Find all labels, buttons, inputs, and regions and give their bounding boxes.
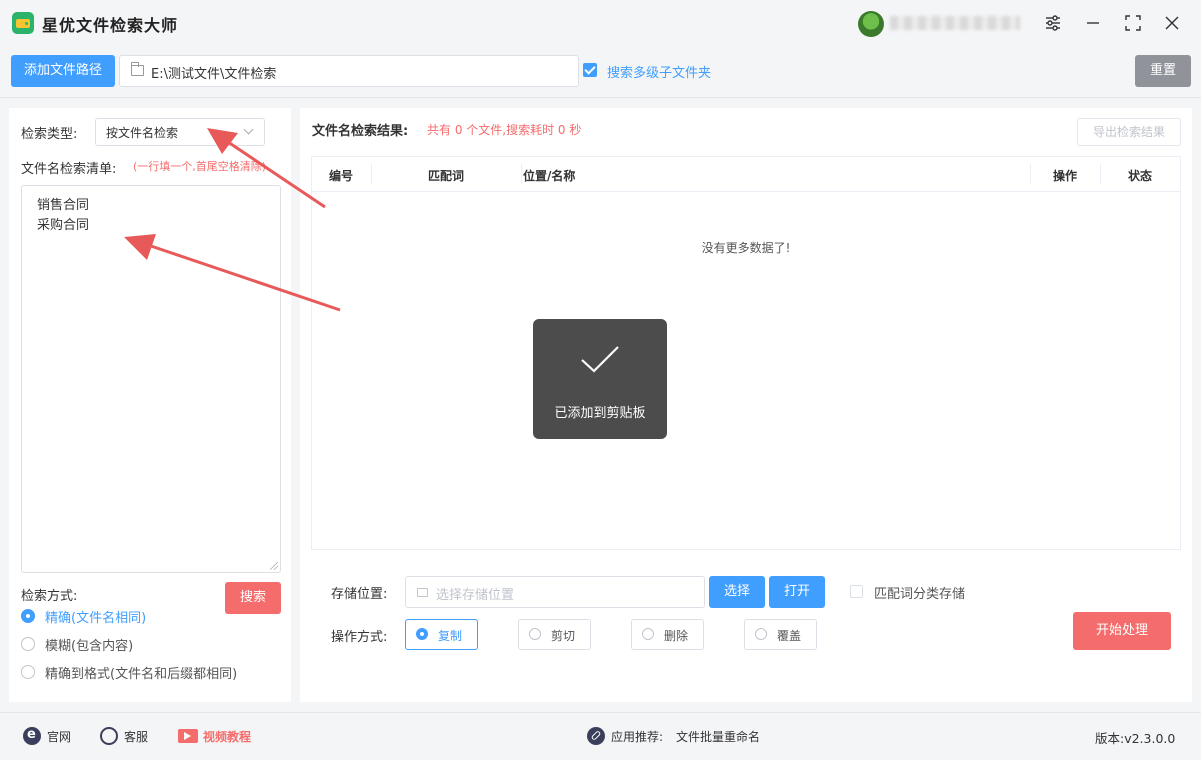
recommend-app-link[interactable]: 文件批量重命名	[676, 728, 760, 745]
column-header-action: 操作	[1053, 169, 1078, 183]
toast-text: 已添加到剪贴板	[554, 406, 646, 421]
classify-storage-checkbox[interactable]	[850, 585, 863, 598]
link-icon	[587, 727, 605, 745]
operation-copy-option[interactable]: 复制	[405, 619, 478, 650]
support-link[interactable]: 客服	[124, 728, 148, 745]
column-header-match: 匹配词	[428, 169, 465, 183]
version-text: 版本:v2.3.0.0	[1095, 731, 1176, 746]
operation-delete-radio[interactable]	[642, 628, 654, 640]
title-bar: 星优文件检索大师	[0, 0, 1201, 46]
maximize-icon[interactable]	[1120, 10, 1146, 36]
choose-storage-button[interactable]: 选择	[709, 576, 765, 608]
resize-handle[interactable]	[270, 562, 278, 570]
include-subfolders-checkbox[interactable]	[583, 63, 597, 77]
sliders-icon[interactable]	[1040, 10, 1066, 36]
website-link[interactable]: 官网	[47, 728, 71, 745]
website-icon[interactable]: e	[23, 727, 41, 745]
app-logo-icon	[12, 12, 34, 34]
search-button[interactable]: 搜索	[225, 582, 281, 614]
mode-fuzzy-radio[interactable]	[21, 637, 35, 651]
column-header-index: 编号	[329, 169, 354, 183]
storage-location-input[interactable]: 选择存储位置	[405, 576, 705, 608]
operation-overwrite-radio[interactable]	[755, 628, 767, 640]
results-panel: 文件名检索结果: 共有 0 个文件,搜索耗时 0 秒 导出检索结果 编号 匹配词…	[300, 108, 1192, 702]
path-input[interactable]: E:\测试文件\文件检索	[119, 55, 579, 87]
support-icon[interactable]	[100, 727, 118, 745]
minimize-icon[interactable]	[1080, 10, 1106, 36]
left-panel: 检索类型: 按文件名检索 文件名检索清单: (一行填一个,首尾空格清除) 销售合…	[9, 108, 291, 702]
video-tutorial-link[interactable]: 视频教程	[203, 728, 251, 745]
list-hint: (一行填一个,首尾空格清除)	[133, 160, 267, 173]
list-label: 文件名检索清单:	[21, 162, 117, 177]
mode-fuzzy-label[interactable]: 模糊(包含内容)	[45, 635, 133, 654]
table-header: 编号 匹配词 位置/名称 操作 状态	[312, 157, 1180, 192]
user-avatar[interactable]	[858, 11, 884, 37]
clipboard-toast: 已添加到剪贴板	[533, 319, 667, 439]
start-processing-button[interactable]: 开始处理	[1073, 612, 1171, 650]
mode-exact-radio[interactable]	[21, 609, 35, 623]
add-path-button[interactable]: 添加文件路径	[11, 55, 115, 87]
filename-list-textarea[interactable]: 销售合同 采购合同	[21, 185, 281, 573]
folder-icon	[131, 62, 144, 76]
results-table: 编号 匹配词 位置/名称 操作 状态 没有更多数据了!	[311, 156, 1181, 550]
column-header-location: 位置/名称	[523, 169, 576, 183]
results-summary: 共有 0 个文件,搜索耗时 0 秒	[427, 123, 582, 137]
operation-copy-label: 复制	[438, 629, 463, 643]
operation-label: 操作方式:	[331, 630, 388, 645]
folder-icon	[417, 588, 428, 597]
video-icon[interactable]	[178, 729, 198, 743]
operation-delete-label: 删除	[664, 629, 689, 643]
operation-copy-radio[interactable]	[416, 628, 428, 640]
chevron-down-icon	[243, 124, 254, 135]
operation-cut-option[interactable]: 剪切	[518, 619, 591, 650]
user-name-blurred	[890, 16, 1020, 30]
list-line: 销售合同	[37, 198, 90, 213]
check-icon	[581, 346, 619, 373]
operation-cut-label: 剪切	[551, 629, 576, 643]
storage-label: 存储位置:	[331, 587, 388, 602]
path-value: E:\测试文件\文件检索	[151, 67, 277, 82]
mode-exact-format-radio[interactable]	[21, 665, 35, 679]
reset-button[interactable]: 重置	[1135, 55, 1191, 87]
storage-placeholder: 选择存储位置	[436, 588, 515, 603]
mode-exact-format-label[interactable]: 精确到格式(文件名和后缀都相同)	[45, 663, 237, 682]
search-mode-label: 检索方式:	[21, 589, 78, 604]
app-title: 星优文件检索大师	[42, 16, 179, 35]
operation-overwrite-option[interactable]: 覆盖	[744, 619, 817, 650]
list-line: 采购合同	[37, 218, 90, 233]
search-type-select[interactable]: 按文件名检索	[95, 118, 265, 146]
toolbar: 添加文件路径 E:\测试文件\文件检索 搜索多级子文件夹 重置	[0, 46, 1201, 98]
operation-delete-option[interactable]: 删除	[631, 619, 704, 650]
open-storage-button[interactable]: 打开	[769, 576, 825, 608]
empty-state-text: 没有更多数据了!	[701, 241, 791, 255]
operation-overwrite-label: 覆盖	[777, 629, 802, 643]
operation-cut-radio[interactable]	[529, 628, 541, 640]
mode-exact-label[interactable]: 精确(文件名相同)	[45, 607, 146, 626]
include-subfolders-label[interactable]: 搜索多级子文件夹	[607, 62, 711, 81]
column-header-status: 状态	[1128, 169, 1153, 183]
search-type-label: 检索类型:	[21, 127, 78, 142]
export-results-button[interactable]: 导出检索结果	[1077, 118, 1181, 146]
classify-storage-label[interactable]: 匹配词分类存储	[874, 583, 965, 602]
recommend-label: 应用推荐:	[611, 730, 664, 744]
search-type-value: 按文件名检索	[106, 126, 179, 140]
footer: e 官网 客服 视频教程 应用推荐: 文件批量重命名 版本:v2.3.0.0	[0, 712, 1201, 760]
close-icon[interactable]	[1159, 10, 1185, 36]
results-label: 文件名检索结果:	[312, 124, 409, 139]
